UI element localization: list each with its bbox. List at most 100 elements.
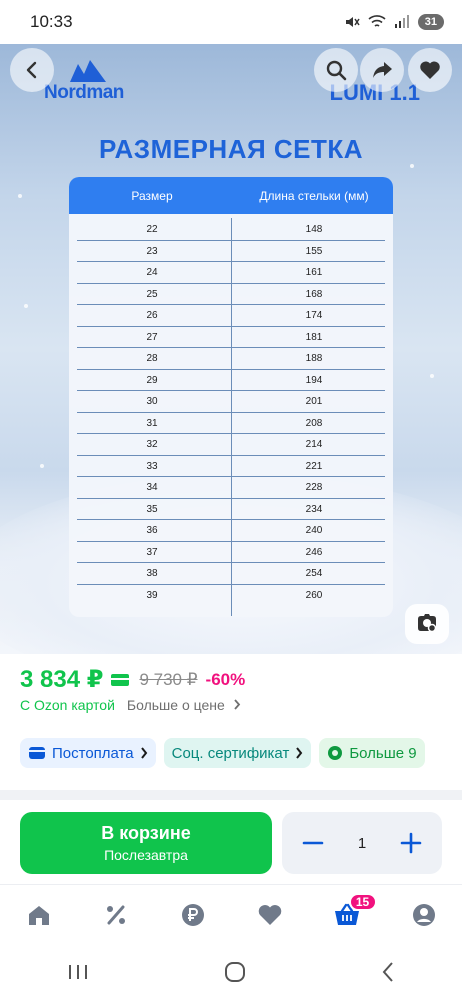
table-row: 31 208 <box>69 413 393 435</box>
snowflake <box>430 374 434 378</box>
size-table-body: 22 148 23 155 24 161 25 168 26 174 27 181 28 188 29 194… <box>69 214 393 616</box>
chip-social-certificate[interactable]: Соц. сертификат <box>163 738 312 768</box>
coin-icon <box>328 746 343 760</box>
size-cell: 26 <box>146 310 158 322</box>
price-details: С Ozon картой Больше о цене <box>20 697 241 713</box>
plus-icon[interactable] <box>400 832 422 854</box>
image-search-icon <box>418 614 437 633</box>
home-circle-icon[interactable] <box>224 961 246 983</box>
size-cell: 35 <box>146 503 158 515</box>
price-discount: -60% <box>205 669 246 689</box>
chip-more-points[interactable]: Больше 9 <box>319 738 425 768</box>
insole-length-cell: 194 <box>305 374 323 386</box>
profile-icon <box>412 903 435 926</box>
table-row: 28 188 <box>69 348 393 370</box>
size-table-header: Размер Длина стельки (мм) <box>69 177 393 214</box>
bottom-nav: 15 <box>0 884 462 944</box>
size-cell: 31 <box>146 417 158 429</box>
favorite-button[interactable] <box>408 48 452 92</box>
table-row: 38 254 <box>69 563 393 585</box>
insole-length-cell: 260 <box>305 589 323 601</box>
price-row: 3 834 ₽ 9 730 ₽ -60% <box>20 665 245 694</box>
nav-home[interactable] <box>19 895 59 935</box>
insole-length-cell: 181 <box>305 331 323 343</box>
insole-length-cell: 254 <box>305 568 323 580</box>
nav-profile[interactable] <box>404 895 444 935</box>
table-row: 29 194 <box>69 370 393 392</box>
mute-icon <box>345 17 360 27</box>
table-row: 24 161 <box>69 262 393 284</box>
chip-postpay[interactable]: Постоплата <box>20 738 156 768</box>
table-row: 23 155 <box>69 241 393 263</box>
size-cell: 24 <box>146 267 158 279</box>
size-cell: 29 <box>146 374 158 386</box>
insole-length-cell: 221 <box>305 460 323 472</box>
size-cell: 39 <box>146 589 158 601</box>
size-cell: 30 <box>146 396 158 408</box>
insole-length-cell: 174 <box>305 310 323 322</box>
cart-count-badge: 15 <box>348 892 377 911</box>
snowflake <box>24 304 28 308</box>
in-cart-button[interactable]: В корзине Послезавтра <box>20 812 272 874</box>
search-button[interactable] <box>314 48 358 92</box>
wifi-icon <box>368 15 386 27</box>
ozon-card-note: С Ozon картой <box>20 697 115 713</box>
table-row: 35 234 <box>69 499 393 521</box>
size-cell: 22 <box>146 224 158 236</box>
heart-icon <box>420 61 440 79</box>
table-row: 30 201 <box>69 391 393 413</box>
price-old: 9 730 ₽ <box>139 669 198 689</box>
chip-social-certificate-label: Соц. сертификат <box>171 744 290 762</box>
size-cell: 36 <box>146 525 158 537</box>
size-cell: 33 <box>146 460 158 472</box>
status-icons: 31 <box>344 14 444 30</box>
table-row: 32 214 <box>69 434 393 456</box>
insole-length-cell: 201 <box>305 396 323 408</box>
size-table: Размер Длина стельки (мм) 22 148 23 155 24 16… <box>69 177 393 617</box>
size-cell: 37 <box>146 546 158 558</box>
insole-length-cell: 155 <box>305 245 323 257</box>
insole-length-cell: 148 <box>305 224 323 236</box>
search-icon <box>326 60 347 81</box>
status-bar: 10:33 31 <box>0 0 462 44</box>
size-chart-title: РАЗМЕРНАЯ СЕТКА <box>98 134 364 164</box>
insole-length-cell: 214 <box>305 439 323 451</box>
nav-favorites[interactable] <box>250 895 290 935</box>
quantity-value: 1 <box>357 834 367 852</box>
wallet-icon <box>29 747 45 759</box>
nav-fresh[interactable] <box>173 895 213 935</box>
delivery-date: Послезавтра <box>104 847 188 863</box>
nav-discounts[interactable] <box>96 895 136 935</box>
table-row: 25 168 <box>69 284 393 306</box>
more-about-price-link[interactable]: Больше о цене <box>127 697 241 713</box>
find-similar-button[interactable] <box>405 604 449 644</box>
back-arrow-icon[interactable] <box>381 961 395 983</box>
insole-length-cell: 168 <box>305 288 323 300</box>
nav-cart[interactable]: 15 <box>327 892 377 935</box>
in-cart-label: В корзине <box>101 823 191 843</box>
share-button[interactable] <box>360 48 404 92</box>
ozon-card-icon <box>111 673 130 686</box>
quantity-stepper: 1 <box>282 812 442 874</box>
more-about-price-label: Больше о цене <box>126 697 225 713</box>
table-row: 27 181 <box>69 327 393 349</box>
size-cell: 32 <box>146 439 158 451</box>
insole-length-cell: 161 <box>305 267 323 279</box>
battery-indicator: 31 <box>417 14 444 30</box>
chevron-right-icon <box>296 747 303 759</box>
chevron-right-icon <box>140 747 147 759</box>
minus-icon[interactable] <box>302 832 324 854</box>
section-divider <box>0 790 462 800</box>
insole-length-cell: 188 <box>305 353 323 365</box>
snowflake <box>18 194 22 198</box>
recent-apps-icon[interactable] <box>67 963 89 981</box>
signal-icon <box>394 15 409 28</box>
brand-logo: Nordman <box>44 60 136 104</box>
table-row: 37 246 <box>69 542 393 564</box>
chevron-left-icon <box>26 61 37 79</box>
percent-icon <box>106 905 125 924</box>
price-current: 3 834 ₽ <box>20 666 104 693</box>
back-button[interactable] <box>10 48 54 92</box>
header-size: Размер <box>131 188 173 203</box>
product-image[interactable]: Nordman LUMI 1.1 РАЗМЕРНАЯ СЕТКА Размер … <box>0 44 462 654</box>
